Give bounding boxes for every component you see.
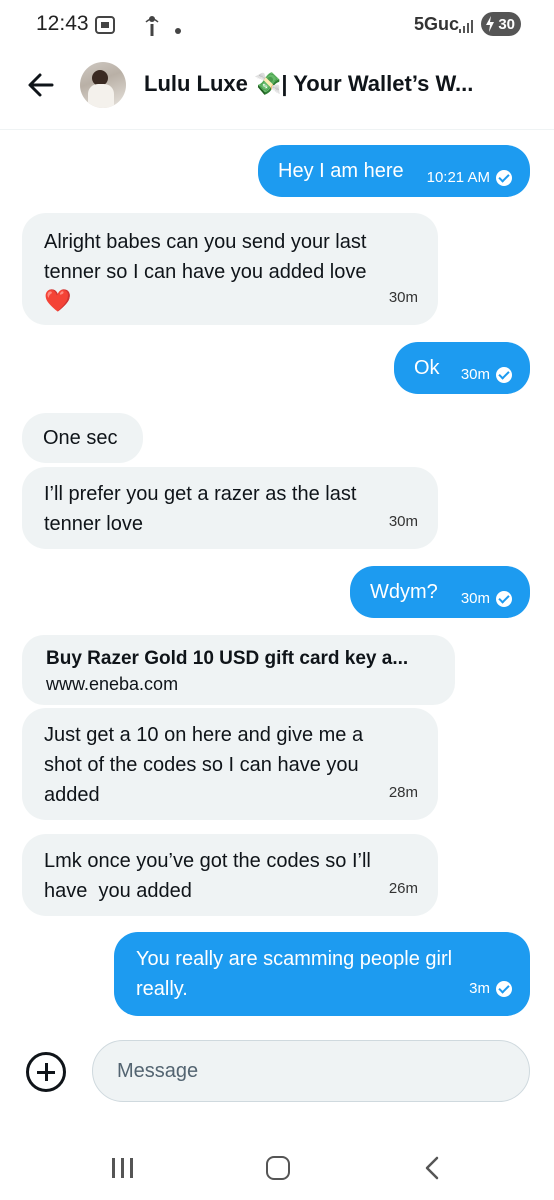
message-text: Alright babes can you send your last ten… [44, 231, 367, 283]
system-nav-bar [0, 1140, 554, 1200]
link-url: www.eneba.com [46, 674, 179, 694]
message-bubble-incoming[interactable]: Lmk once you’ve got the codes so I’ll ha… [22, 834, 438, 916]
screenshot-icon [94, 14, 116, 41]
timestamp-text: 30m [460, 366, 490, 383]
wifi-calling-icon [144, 14, 160, 43]
battery-indicator: 30 [481, 12, 521, 36]
timestamp-text: 3m [469, 980, 490, 997]
message-text: Hey I am here [278, 160, 404, 182]
add-attachment-button[interactable] [26, 1052, 66, 1092]
timestamp-text: 30m [460, 590, 490, 607]
message-bubble-outgoing[interactable]: Wdym? 30m [350, 566, 530, 618]
battery-level: 30 [498, 15, 515, 33]
message-bubble-incoming[interactable]: Alright babes can you send your last ten… [22, 213, 438, 325]
timestamp-text: 10:21 AM [426, 169, 490, 186]
message-bubble-incoming[interactable]: One sec [22, 413, 143, 463]
message-timestamp: 26m [388, 880, 418, 897]
message-composer [0, 1034, 554, 1110]
link-title: Buy Razer Gold 10 USD gift card key a... [46, 648, 409, 669]
link-preview-card[interactable]: Buy Razer Gold 10 USD gift card key a...… [22, 635, 455, 705]
message-timestamp: 3m [469, 974, 512, 1004]
charging-icon [486, 16, 494, 32]
signal-icon [458, 18, 474, 39]
recents-button[interactable] [112, 1158, 134, 1178]
chevron-left-icon [425, 1156, 439, 1180]
message-text: You really are scamming people girl real… [136, 948, 453, 1000]
arrow-left-icon [28, 73, 54, 97]
system-back-button[interactable] [424, 1156, 440, 1180]
message-text: Lmk once you’ve got the codes so I’ll ha… [44, 850, 377, 902]
message-bubble-outgoing[interactable]: You really are scamming people girl real… [114, 932, 530, 1016]
notification-dot-icon [174, 22, 182, 40]
message-timestamp: 28m [388, 784, 418, 801]
chat-title[interactable]: Lulu Luxe 💸| Your Wallet’s W... [144, 71, 524, 97]
message-text: I’ll prefer you get a razer as the last … [44, 483, 357, 535]
back-button[interactable] [26, 70, 56, 100]
network-indicator: 5Guc [414, 14, 460, 34]
status-bar: 12:43 5Guc 30 [0, 0, 554, 52]
message-timestamp: 30m [461, 584, 512, 614]
message-input[interactable] [92, 1040, 530, 1102]
message-bubble-outgoing[interactable]: Ok 30m [394, 342, 530, 394]
message-text: Ok [414, 357, 440, 379]
sent-check-icon [496, 367, 512, 383]
sent-check-icon [496, 170, 512, 186]
heart-emoji: ❤️ [44, 288, 72, 313]
home-button[interactable] [266, 1156, 290, 1180]
message-timestamp: 30m [388, 513, 418, 530]
avatar[interactable] [80, 62, 126, 108]
message-timestamp: 30m [461, 360, 512, 390]
message-text: Wdym? [370, 581, 438, 603]
message-timestamp: 30m [388, 289, 418, 306]
sent-check-icon [496, 981, 512, 997]
message-bubble-incoming[interactable]: Just get a 10 on here and give me a shot… [22, 708, 438, 820]
message-text: One sec [43, 427, 118, 449]
chat-header: Lulu Luxe 💸| Your Wallet’s W... [0, 52, 554, 130]
message-bubble-outgoing[interactable]: Hey I am here 10:21 AM [258, 145, 530, 197]
message-timestamp: 10:21 AM [427, 163, 512, 193]
status-time: 12:43 [36, 12, 89, 35]
message-bubble-incoming[interactable]: I’ll prefer you get a razer as the last … [22, 467, 438, 549]
message-text: Just get a 10 on here and give me a shot… [44, 724, 364, 806]
sent-check-icon [496, 591, 512, 607]
